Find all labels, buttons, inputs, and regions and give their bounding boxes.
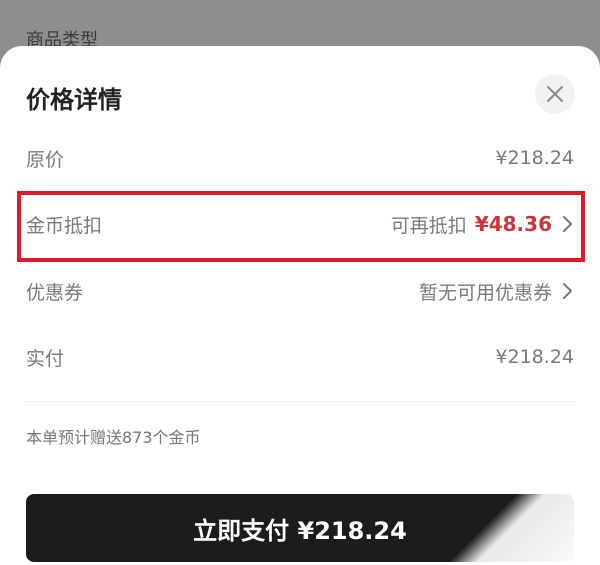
original-price-label: 原价 xyxy=(26,148,65,171)
sheet-header: 价格详情 xyxy=(0,46,600,146)
row-original-price: 原价 ¥218.24 xyxy=(26,138,574,178)
pay-now-button[interactable]: 立即支付 ¥218.24 xyxy=(26,494,574,562)
coupon-right: 暂无可用优惠券 xyxy=(419,278,574,305)
original-price-value: ¥218.24 xyxy=(495,147,574,169)
actual-paid-value: ¥218.24 xyxy=(495,346,574,368)
highlight-box xyxy=(17,191,585,262)
divider xyxy=(26,401,574,402)
sheet-title: 价格详情 xyxy=(26,86,122,114)
actual-paid-label: 实付 xyxy=(26,347,65,370)
price-details-sheet: 价格详情 原价 ¥218.24 金币抵扣 可再抵扣 ¥48.36 优惠券 暂无可… xyxy=(0,46,600,565)
row-actual-paid: 实付 ¥218.24 xyxy=(26,337,574,377)
coin-reward-note: 本单预计赠送873个金币 xyxy=(26,428,201,447)
coupon-value: 暂无可用优惠券 xyxy=(418,281,552,304)
close-button[interactable] xyxy=(535,74,575,114)
chevron-right-icon xyxy=(562,282,574,300)
close-icon xyxy=(547,86,563,102)
coupon-label: 优惠券 xyxy=(26,281,84,304)
row-coupon[interactable]: 优惠券 暂无可用优惠券 xyxy=(26,271,574,311)
